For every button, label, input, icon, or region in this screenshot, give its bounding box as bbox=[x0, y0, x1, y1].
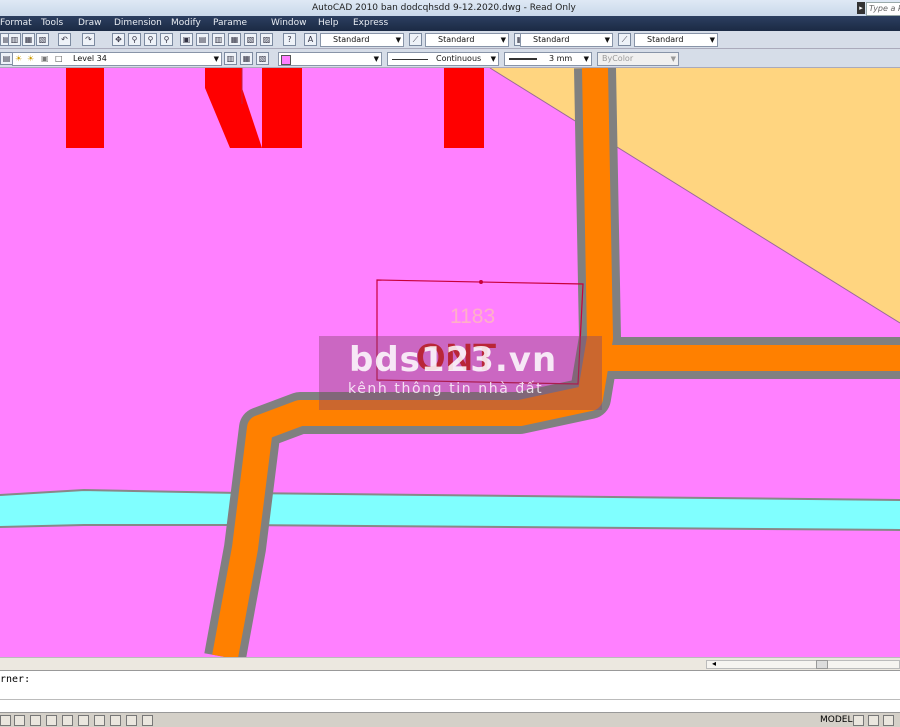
watermark-overlay: bds123.vn kênh thông tin nhà đất bbox=[319, 336, 602, 410]
text-style-icon[interactable]: A bbox=[304, 33, 317, 46]
lineweight-preview bbox=[509, 58, 537, 60]
color-swatch bbox=[281, 55, 291, 65]
parcel-number: 1183 bbox=[450, 305, 495, 328]
lock-icon: ▣ bbox=[41, 54, 49, 63]
menu-format[interactable]: Format bbox=[0, 18, 32, 28]
redo-icon[interactable]: ↷ bbox=[82, 33, 95, 46]
menu-express[interactable]: Express bbox=[353, 18, 388, 28]
scroll-left-icon[interactable]: ◂ bbox=[712, 659, 716, 668]
search-expand-icon[interactable]: ▸ bbox=[857, 2, 865, 14]
scrollbar-thumb[interactable] bbox=[816, 660, 828, 669]
properties-icon[interactable]: ▣ bbox=[180, 33, 193, 46]
chevron-down-icon: ▼ bbox=[709, 36, 715, 44]
menu-modify[interactable]: Modify bbox=[171, 18, 201, 28]
osnap-toggle-icon[interactable] bbox=[62, 715, 73, 726]
chevron-down-icon: ▼ bbox=[373, 55, 379, 63]
design-center-icon[interactable]: ▤ bbox=[196, 33, 209, 46]
chevron-down-icon: ▼ bbox=[395, 36, 401, 44]
standard-toolbar: ▤ ▥ ▦ ▧ ↶ ↷ ✥ ⚲ ⚲ ⚲ ▣ ▤ ▥ ▦ ▧ ▨ ? A Stan… bbox=[0, 31, 900, 49]
undo-icon[interactable]: ↶ bbox=[58, 33, 71, 46]
map-label-letter-3 bbox=[262, 68, 302, 148]
status-bar: MODEL bbox=[0, 712, 900, 727]
scrollbar-track[interactable] bbox=[706, 660, 900, 669]
chevron-down-icon: ▼ bbox=[670, 55, 676, 63]
ortho-toggle-icon[interactable] bbox=[30, 715, 41, 726]
paste-icon[interactable]: ▥ bbox=[8, 33, 21, 46]
color-dropdown[interactable]: ▼ bbox=[278, 52, 382, 66]
otrack-toggle-icon[interactable] bbox=[78, 715, 89, 726]
text-style-dropdown[interactable]: Standard ▼ bbox=[320, 33, 404, 47]
window-title: AutoCAD 2010 ban dodcqhsdd 9-12.2020.dwg… bbox=[312, 3, 576, 13]
map-label-letter-4 bbox=[444, 68, 484, 148]
layer-states-icon[interactable]: ▧ bbox=[256, 52, 269, 65]
menu-tools[interactable]: Tools bbox=[41, 18, 63, 28]
table-style-dropdown[interactable]: Standard ▼ bbox=[520, 33, 613, 47]
plotstyle-dropdown: ByColor ▼ bbox=[597, 52, 679, 66]
menu-window[interactable]: Window bbox=[271, 18, 307, 28]
layout-2-icon[interactable] bbox=[868, 715, 879, 726]
snap-toggle-icon[interactable] bbox=[0, 715, 11, 726]
model-space-button[interactable]: MODEL bbox=[820, 715, 852, 725]
chevron-down-icon: ▼ bbox=[490, 55, 496, 63]
chevron-down-icon: ▼ bbox=[500, 36, 506, 44]
command-line[interactable]: rner: bbox=[0, 670, 900, 712]
match-properties-icon[interactable]: ▦ bbox=[22, 33, 35, 46]
dim-style-dropdown[interactable]: Standard ▼ bbox=[425, 33, 509, 47]
chevron-down-icon: ▼ bbox=[213, 55, 219, 63]
polar-toggle-icon[interactable] bbox=[46, 715, 57, 726]
layer-color-swatch: □ bbox=[55, 54, 63, 63]
layer-dropdown[interactable]: ☀ ☀ ▣ □ Level 34 ▼ bbox=[12, 52, 222, 66]
dim-style-icon[interactable]: ⟋ bbox=[409, 33, 422, 46]
markup-icon[interactable]: ▧ bbox=[244, 33, 257, 46]
title-bar: AutoCAD 2010 ban dodcqhsdd 9-12.2020.dwg… bbox=[0, 0, 900, 16]
mleader-style-icon[interactable]: ⟋ bbox=[618, 33, 631, 46]
tool-palettes-icon[interactable]: ▥ bbox=[212, 33, 225, 46]
lineweight-toggle-icon[interactable] bbox=[126, 715, 137, 726]
menu-dimension[interactable]: Dimension bbox=[114, 18, 162, 28]
ducs-toggle-icon[interactable] bbox=[94, 715, 105, 726]
grid-toggle-icon[interactable] bbox=[14, 715, 25, 726]
horizontal-scrollbar[interactable]: ◂ bbox=[0, 657, 900, 670]
command-prompt-text: rner: bbox=[0, 674, 31, 685]
linetype-preview bbox=[392, 59, 428, 60]
layout-icon[interactable] bbox=[853, 715, 864, 726]
chevron-down-icon: ▼ bbox=[604, 36, 610, 44]
zoom-window-icon[interactable]: ⚲ bbox=[144, 33, 157, 46]
help-icon[interactable]: ? bbox=[283, 33, 296, 46]
layer-previous-icon[interactable]: ▦ bbox=[240, 52, 253, 65]
menu-bar: Format Tools Draw Dimension Modify Param… bbox=[0, 16, 900, 31]
quickcalc-icon[interactable]: ▨ bbox=[260, 33, 273, 46]
print-icon[interactable]: ▧ bbox=[36, 33, 49, 46]
chevron-down-icon: ▼ bbox=[583, 55, 589, 63]
quick-properties-icon[interactable] bbox=[142, 715, 153, 726]
mleader-style-dropdown[interactable]: Standard ▼ bbox=[634, 33, 718, 47]
sun-icon: ☀ bbox=[27, 54, 35, 63]
watermark-tagline: kênh thông tin nhà đất bbox=[348, 381, 544, 397]
sheet-set-icon[interactable]: ▦ bbox=[228, 33, 241, 46]
help-search-input[interactable]: Type a k bbox=[866, 2, 900, 16]
parcel-grip bbox=[479, 280, 483, 284]
pan-icon[interactable]: ✥ bbox=[112, 33, 125, 46]
layout-3-icon[interactable] bbox=[883, 715, 894, 726]
map-label-letter-1 bbox=[66, 68, 104, 148]
menu-help[interactable]: Help bbox=[318, 18, 339, 28]
layers-toolbar: ▤ ☀ ☀ ▣ □ Level 34 ▼ ▥ ▦ ▧ ▼ Continuous … bbox=[0, 49, 900, 68]
watermark-brand: bds123.vn bbox=[349, 340, 558, 380]
lineweight-dropdown[interactable]: 3 mm ▼ bbox=[504, 52, 592, 66]
make-current-layer-icon[interactable]: ▥ bbox=[224, 52, 237, 65]
menu-draw[interactable]: Draw bbox=[78, 18, 102, 28]
zoom-previous-icon[interactable]: ⚲ bbox=[160, 33, 173, 46]
linetype-dropdown[interactable]: Continuous ▼ bbox=[387, 52, 499, 66]
menu-parametric[interactable]: Parame bbox=[213, 18, 247, 28]
command-separator bbox=[0, 699, 900, 700]
light-bulb-icon: ☀ bbox=[15, 54, 23, 63]
zoom-realtime-icon[interactable]: ⚲ bbox=[128, 33, 141, 46]
dyn-toggle-icon[interactable] bbox=[110, 715, 121, 726]
